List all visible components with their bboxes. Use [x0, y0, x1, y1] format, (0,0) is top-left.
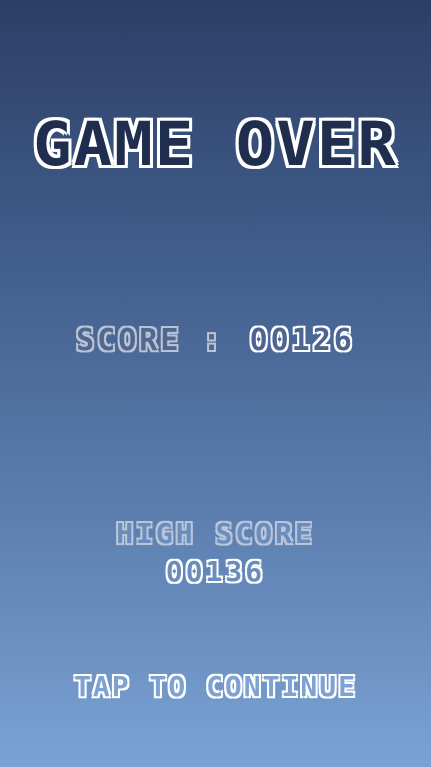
score-value: 00126: [249, 323, 355, 358]
tap-to-continue-prompt[interactable]: TAP TO CONTINUE: [0, 670, 431, 703]
score-label: SCORE :: [76, 323, 224, 358]
score-row: SCORE : 00126: [0, 323, 431, 363]
high-score-value: 00136: [165, 555, 266, 588]
high-score-label: HIGH SCORE: [116, 517, 315, 550]
game-over-title: GAME OVER: [33, 109, 398, 181]
game-over-screen[interactable]: GAME OVER SCORE :00126 HIGH SCORE 00136 …: [0, 0, 431, 767]
